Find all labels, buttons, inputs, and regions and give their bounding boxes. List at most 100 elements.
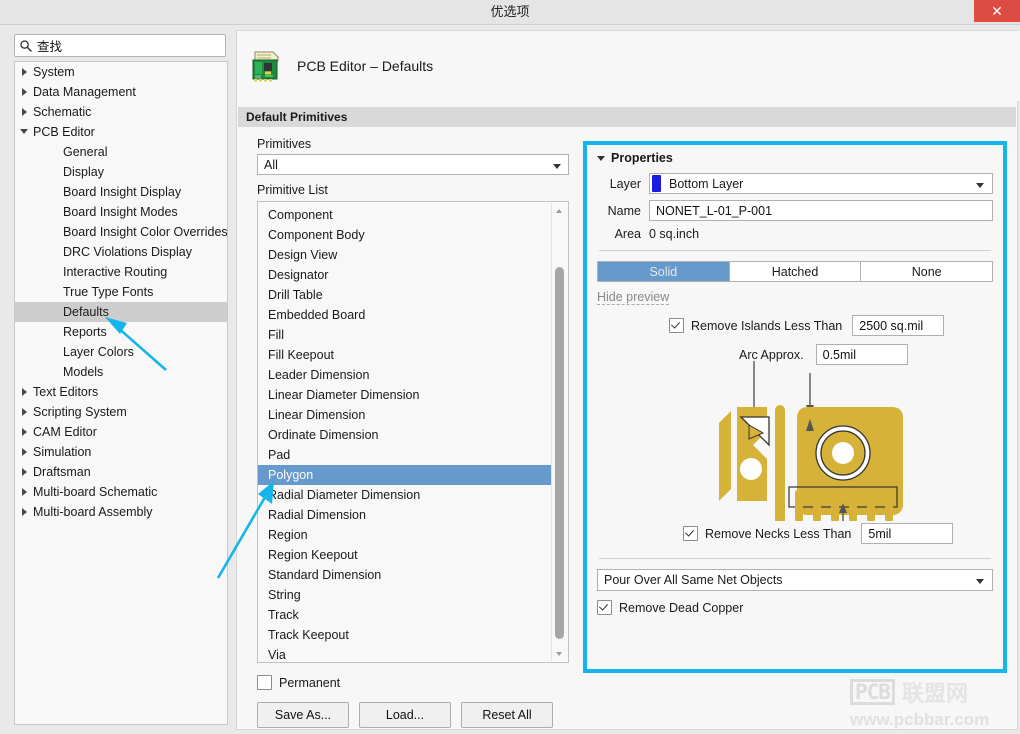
remove-necks-checkbox[interactable]	[683, 526, 698, 541]
list-item[interactable]: Design View	[258, 245, 551, 265]
chevron-down-icon[interactable]	[17, 122, 31, 142]
list-item[interactable]: Pad	[258, 445, 551, 465]
remove-islands-input[interactable]: 2500 sq.mil	[852, 315, 945, 336]
sidebar-item-layer-colors[interactable]: Layer Colors	[15, 342, 227, 362]
chevron-right-icon[interactable]	[17, 62, 31, 82]
sidebar-item-drc-violations-display[interactable]: DRC Violations Display	[15, 242, 227, 262]
sidebar-item-defaults[interactable]: Defaults	[15, 302, 227, 322]
sidebar-item-pcb-editor[interactable]: PCB Editor	[15, 122, 227, 142]
area-row: Area 0 sq.inch	[597, 227, 993, 241]
properties-panel: Properties Layer Bottom Layer Name NONET…	[583, 141, 1007, 673]
list-item[interactable]: Region Keepout	[258, 545, 551, 565]
chevron-right-icon[interactable]	[17, 422, 31, 442]
close-button[interactable]: ✕	[974, 0, 1020, 22]
sidebar-item-label: Defaults	[63, 305, 109, 319]
list-item[interactable]: Component Body	[258, 225, 551, 245]
primitive-list-scrollbar[interactable]	[551, 203, 567, 661]
list-item[interactable]: String	[258, 585, 551, 605]
sidebar-item-interactive-routing[interactable]: Interactive Routing	[15, 262, 227, 282]
sidebar-item-label: PCB Editor	[33, 125, 95, 139]
sidebar-item-draftsman[interactable]: Draftsman	[15, 462, 227, 482]
polygon-preview	[597, 361, 993, 523]
permanent-row[interactable]: Permanent	[257, 675, 569, 690]
list-item[interactable]: Leader Dimension	[258, 365, 551, 385]
sidebar-item-label: System	[33, 65, 75, 79]
scrollbar-thumb[interactable]	[555, 267, 564, 639]
sidebar-item-data-management[interactable]: Data Management	[15, 82, 227, 102]
list-item[interactable]: Region	[258, 525, 551, 545]
permanent-checkbox[interactable]	[257, 675, 272, 690]
list-item[interactable]: Standard Dimension	[258, 565, 551, 585]
list-item[interactable]: Designator	[258, 265, 551, 285]
settings-tree[interactable]: System Data Management Schematic PCB Editor…	[14, 61, 228, 725]
chevron-right-icon[interactable]	[17, 402, 31, 422]
list-item[interactable]: Embedded Board	[258, 305, 551, 325]
sidebar-item-scripting-system[interactable]: Scripting System	[15, 402, 227, 422]
sidebar-item-cam-editor[interactable]: CAM Editor	[15, 422, 227, 442]
remove-islands-label: Remove Islands Less Than	[691, 318, 843, 333]
save-as-button[interactable]: Save As...	[257, 702, 349, 728]
remove-necks-label: Remove Necks Less Than	[705, 526, 852, 541]
fill-mode-hatched[interactable]: Hatched	[729, 261, 862, 282]
chevron-right-icon[interactable]	[17, 502, 31, 522]
hide-preview-link[interactable]: Hide preview	[597, 290, 670, 305]
list-item[interactable]: Component	[258, 205, 551, 225]
layer-select[interactable]: Bottom Layer	[649, 173, 993, 194]
sidebar-item-true-type-fonts[interactable]: True Type Fonts	[15, 282, 227, 302]
list-item[interactable]: Drill Table	[258, 285, 551, 305]
sidebar-item-label: Data Management	[33, 85, 136, 99]
chevron-right-icon[interactable]	[17, 462, 31, 482]
remove-islands-checkbox[interactable]	[669, 318, 684, 333]
list-item[interactable]: Via	[258, 645, 551, 662]
list-item[interactable]: Track	[258, 605, 551, 625]
scroll-up-icon[interactable]	[552, 203, 567, 217]
chevron-right-icon[interactable]	[17, 102, 31, 122]
chevron-right-icon[interactable]	[17, 82, 31, 102]
list-item[interactable]: Radial Dimension	[258, 505, 551, 525]
primitives-column: Primitives All Primitive List Component C…	[257, 137, 569, 728]
scroll-down-icon[interactable]	[552, 647, 567, 661]
divider	[599, 250, 991, 251]
remove-dead-copper-checkbox[interactable]	[597, 600, 612, 615]
list-item[interactable]: Linear Diameter Dimension	[258, 385, 551, 405]
list-item[interactable]: Fill Keepout	[258, 345, 551, 365]
fill-mode-solid[interactable]: Solid	[597, 261, 730, 282]
sidebar-item-board-insight-color-overrides[interactable]: Board Insight Color Overrides	[15, 222, 227, 242]
list-item[interactable]: Linear Dimension	[258, 405, 551, 425]
sidebar-item-board-insight-display[interactable]: Board Insight Display	[15, 182, 227, 202]
area-label: Area	[614, 227, 641, 241]
layer-label: Layer	[609, 176, 641, 191]
list-item[interactable]: Track Keepout	[258, 625, 551, 645]
sidebar-item-board-insight-modes[interactable]: Board Insight Modes	[15, 202, 227, 222]
sidebar-item-text-editors[interactable]: Text Editors	[15, 382, 227, 402]
list-item[interactable]: Polygon	[258, 465, 551, 485]
pour-over-select[interactable]: Pour Over All Same Net Objects	[597, 569, 993, 591]
chevron-right-icon[interactable]	[17, 482, 31, 502]
sidebar-item-schematic[interactable]: Schematic	[15, 102, 227, 122]
remove-necks-input[interactable]: 5mil	[861, 523, 954, 544]
page-header: PCB Editor – Defaults	[237, 31, 1020, 101]
name-input[interactable]: NONET_L-01_P-001	[649, 200, 993, 221]
fill-mode-none[interactable]: None	[861, 261, 994, 282]
primitives-filter-select[interactable]: All	[257, 154, 569, 175]
search-input[interactable]: 查找	[14, 34, 226, 57]
chevron-right-icon[interactable]	[17, 442, 31, 462]
sidebar-item-label: Reports	[63, 325, 107, 339]
sidebar-item-general[interactable]: General	[15, 142, 227, 162]
reset-all-button[interactable]: Reset All	[461, 702, 553, 728]
list-item[interactable]: Ordinate Dimension	[258, 425, 551, 445]
sidebar-item-models[interactable]: Models	[15, 362, 227, 382]
sidebar-item-multi-board-assembly[interactable]: Multi-board Assembly	[15, 502, 227, 522]
primitive-list[interactable]: Component Component Body Design View Design…	[257, 201, 569, 663]
sidebar-item-system[interactable]: System	[15, 62, 227, 82]
properties-header[interactable]: Properties	[597, 151, 993, 165]
load-button[interactable]: Load...	[359, 702, 451, 728]
sidebar-item-display[interactable]: Display	[15, 162, 227, 182]
sidebar-item-reports[interactable]: Reports	[15, 322, 227, 342]
sidebar-item-simulation[interactable]: Simulation	[15, 442, 227, 462]
list-item[interactable]: Radial Diameter Dimension	[258, 485, 551, 505]
chevron-right-icon[interactable]	[17, 382, 31, 402]
sidebar-item-multi-board-schematic[interactable]: Multi-board Schematic	[15, 482, 227, 502]
list-item[interactable]: Fill	[258, 325, 551, 345]
